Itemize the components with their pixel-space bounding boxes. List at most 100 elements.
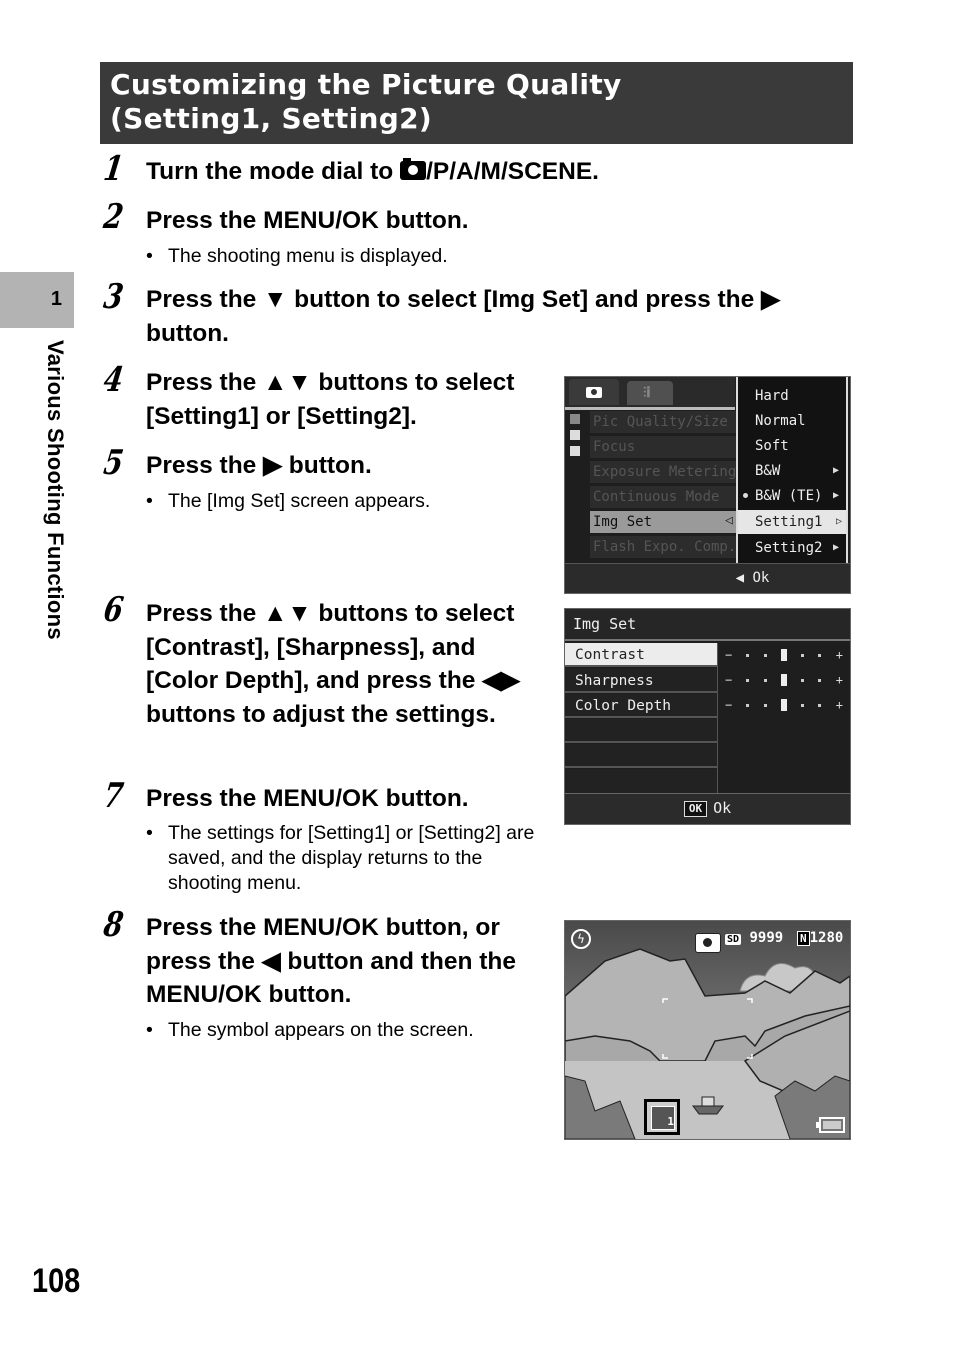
menu-item: Focus	[590, 436, 736, 458]
setting-row-empty	[565, 769, 717, 793]
submenu-label: B&W	[755, 463, 781, 479]
page-indicator	[570, 430, 580, 440]
right-arrow-icon: ▶	[832, 542, 839, 553]
current-setting-dot	[743, 493, 748, 498]
submenu-label: B&W (TE)	[755, 488, 823, 504]
menu-item: Flash Expo. Comp.	[590, 536, 736, 558]
submenu-item-selected: Setting1 ▷	[738, 510, 846, 534]
divider	[565, 407, 735, 410]
footer-hint: ◀ Ok	[735, 570, 770, 586]
step-number: 4	[101, 360, 126, 400]
submenu: Hard Normal Soft B&W ▶ B&W (TE) ▶ Setting1…	[736, 377, 848, 563]
plus-label: +	[835, 673, 843, 687]
screen-footer: ◀ Ok	[565, 563, 850, 593]
menu-item: Continuous Mode	[590, 486, 736, 508]
sharpness-scale: − +	[725, 668, 843, 692]
step-text: Press the MENU/OK button.	[146, 207, 469, 234]
step-text: Turn the mode dial to /P/A/M/SCENE.	[146, 155, 599, 189]
menu-tab-bar: ⫶ℹ	[565, 377, 735, 407]
setup-icon: ⫶ℹ	[643, 385, 651, 401]
submenu-item: Setting2 ▶	[755, 536, 843, 560]
submenu-label: Setting2	[755, 540, 823, 556]
minus-label: −	[725, 698, 733, 712]
camera-icon	[695, 933, 721, 953]
setting-row: Color Depth	[565, 694, 717, 718]
plus-label: +	[835, 648, 843, 662]
submenu-item: B&W ▶	[755, 459, 843, 483]
step-number: 6	[101, 590, 126, 630]
boat-cabin	[701, 1096, 715, 1107]
boat	[692, 1105, 724, 1115]
submenu-label: Soft	[755, 438, 789, 454]
remaining-shots: 9999	[749, 930, 784, 946]
chapter-number: 1	[50, 288, 62, 310]
step-note: The [Img Set] screen appears.	[146, 489, 430, 514]
submenu-item: Hard	[755, 384, 845, 408]
camera-screen-shooting-menu: ⫶ℹ Pic Quality/Size Focus Exposure Meter…	[564, 376, 851, 594]
step-text: Press the MENU/OK button.	[146, 785, 469, 812]
setting-row: Sharpness	[565, 669, 717, 693]
step-number: 7	[101, 776, 126, 816]
step-note: The shooting menu is displayed.	[146, 244, 448, 269]
right-arrow-icon: ▶	[832, 490, 839, 501]
screen-title: Img Set	[565, 609, 850, 641]
chapter-label: Various Shooting Functions	[43, 340, 68, 640]
minus-label: −	[725, 673, 733, 687]
step-text-part: /P/A/M/SCENE.	[426, 158, 599, 185]
menu-item: Pic Quality/Size	[590, 411, 736, 433]
img-setting1-icon: 1	[644, 1099, 680, 1135]
step-note: The symbol appears on the screen.	[146, 1018, 474, 1043]
sd-card-icon: SD	[725, 934, 742, 945]
step-text: Press the ▶ button.	[146, 452, 372, 479]
step-number: 5	[101, 443, 126, 483]
right-arrow-icon: ▶	[832, 465, 839, 476]
step-text: Press the ▼ button to select [Img Set] a…	[146, 286, 780, 347]
submenu-item: Soft	[755, 434, 845, 458]
submenu-item: B&W (TE) ▶	[755, 484, 843, 508]
image-size: 1280	[809, 930, 844, 946]
section-header: Customizing the Picture Quality (Setting…	[100, 62, 853, 144]
section-title: Customizing the Picture Quality (Setting…	[110, 68, 622, 135]
right-arrow-icon: ▷	[835, 516, 842, 527]
step-number: 1	[101, 149, 126, 189]
menu-item: Exposure Metering	[590, 461, 736, 483]
submenu-label: Hard	[755, 388, 789, 404]
step-text-part: Turn the mode dial to	[146, 158, 401, 185]
step-text: Press the MENU/OK button, or press the ◀…	[146, 914, 517, 1008]
scale-marker	[780, 649, 787, 661]
page-number: 108	[32, 1262, 81, 1300]
setting-row-empty	[565, 719, 717, 743]
submenu-item: Normal	[755, 409, 845, 433]
submenu-label: Setting1	[755, 514, 823, 530]
scale-marker	[780, 674, 787, 686]
quality-indicator: N 1280	[797, 930, 843, 946]
submenu-label: Normal	[755, 413, 806, 429]
plus-label: +	[835, 698, 843, 712]
tab-shooting	[569, 379, 619, 405]
camera-icon	[586, 387, 602, 398]
step-text: Press the ▲▼ buttons to select [Contrast…	[146, 600, 520, 728]
step-number: 8	[101, 905, 126, 945]
step-note: The settings for [Setting1] or [Setting2…	[146, 821, 543, 896]
camera-screen-img-set: Img Set Contrast Sharpness Color Depth −…	[564, 608, 851, 825]
camera-icon	[400, 158, 427, 180]
flash-off-icon: ϟ	[571, 929, 591, 949]
back-arrow-icon: ◁	[725, 513, 733, 528]
camera-screen-shooting: ϟ SD 9999 N 1280 1	[564, 920, 851, 1140]
screen-footer: OK Ok	[565, 793, 850, 824]
divider	[717, 643, 718, 793]
chapter-tab: 1	[0, 272, 74, 328]
minus-label: −	[725, 648, 733, 662]
contrast-scale: − +	[725, 643, 843, 667]
battery-icon	[816, 1117, 845, 1133]
footer-hint: Ok	[713, 799, 732, 817]
step-number: 3	[101, 277, 126, 317]
step-text: Press the ▲▼ buttons to select [Setting1…	[146, 369, 515, 430]
ok-key-icon: OK	[683, 800, 708, 817]
landscape-scene	[565, 921, 850, 1139]
step-number: 2	[101, 197, 126, 237]
media-indicator: SD 9999	[725, 930, 783, 946]
setting-row-empty	[565, 744, 717, 768]
setting-row-selected: Contrast	[565, 643, 717, 667]
scale-marker	[780, 699, 787, 711]
